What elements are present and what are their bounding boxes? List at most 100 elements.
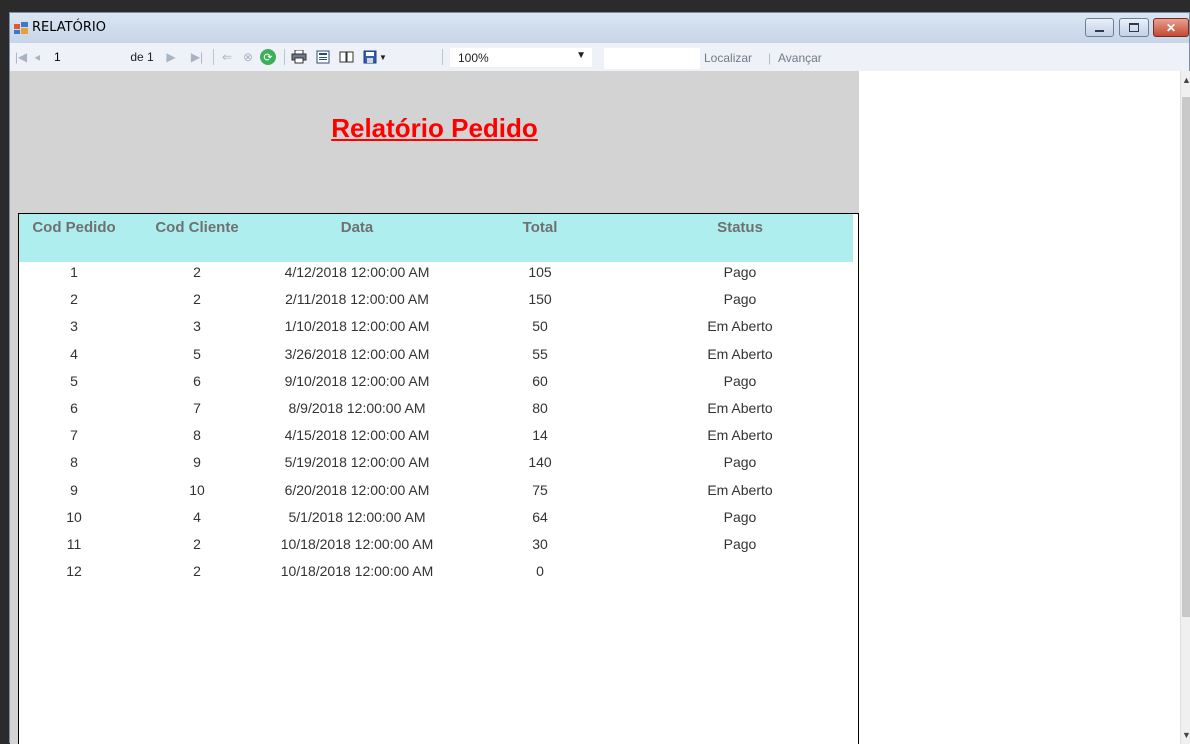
stop-button[interactable]: ⊗ xyxy=(240,49,256,65)
chevron-down-icon: ▼ xyxy=(576,50,586,61)
table-row: 11 2 10/18/2018 12:00:00 AM 30 Pago xyxy=(19,536,853,563)
maximize-icon xyxy=(1129,23,1139,32)
cell-cod-pedido: 1 xyxy=(70,264,78,280)
next-page-button[interactable]: ▶ xyxy=(164,49,178,65)
cell-cod-pedido: 5 xyxy=(70,372,78,389)
page-setup-icon xyxy=(339,51,354,63)
print-button[interactable] xyxy=(290,49,308,65)
cell-total: 140 xyxy=(528,454,552,471)
back-button[interactable]: ⇐ xyxy=(219,49,235,65)
cell-cod-pedido: 3 xyxy=(70,318,78,335)
print-layout-button[interactable] xyxy=(314,49,332,65)
close-icon: ✕ xyxy=(1165,20,1177,35)
cell-data: 3/26/2018 12:00:00 AM xyxy=(284,345,430,362)
export-button[interactable]: ▼ xyxy=(362,49,388,65)
cell-data: 5/1/2018 12:00:00 AM xyxy=(288,508,426,525)
cell-total: 14 xyxy=(532,427,548,444)
cell-total: 105 xyxy=(528,264,552,280)
table-row: 9 10 6/20/2018 12:00:00 AM 75 Em Aberto xyxy=(19,482,853,509)
column-header-status: Status xyxy=(717,219,763,236)
report-window: RELATÓRIO ✕ |◀ ◀ de 1 ▶ ▶| ⇐ ⊗ ⟳ xyxy=(9,12,1190,744)
report-toolbar: |◀ ◀ de 1 ▶ ▶| ⇐ ⊗ ⟳ xyxy=(10,43,1189,71)
cell-status: Em Aberto xyxy=(707,400,773,416)
cell-total: 60 xyxy=(532,372,548,389)
table-row: 1 2 4/12/2018 12:00:00 AM 105 Pago xyxy=(19,264,853,291)
cell-cod-cliente: 2 xyxy=(193,264,201,280)
report-viewport[interactable]: Relatório Pedido Cod Pedido Cod Cliente … xyxy=(10,71,859,744)
cell-cod-cliente: 6 xyxy=(193,372,201,389)
column-header-total: Total xyxy=(522,219,558,236)
cell-status: Pago xyxy=(723,536,757,552)
cell-data: 4/12/2018 12:00:00 AM xyxy=(284,264,430,280)
title-bar[interactable]: RELATÓRIO ✕ xyxy=(10,13,1189,43)
cell-total: 50 xyxy=(532,318,548,335)
page-count-label: de 1 xyxy=(130,50,154,64)
window-title: RELATÓRIO xyxy=(32,20,106,35)
cell-data: 10/18/2018 12:00:00 AM xyxy=(280,563,434,580)
page-setup-button[interactable] xyxy=(338,49,356,65)
cell-cod-cliente: 2 xyxy=(193,563,201,580)
minimize-button[interactable] xyxy=(1085,18,1114,37)
cell-cod-cliente: 7 xyxy=(193,400,201,416)
zoom-select[interactable]: 100% ▼ xyxy=(450,48,592,67)
cell-cod-cliente: 2 xyxy=(193,291,201,308)
find-link[interactable]: Localizar xyxy=(704,51,752,65)
table-row: 12 2 10/18/2018 12:00:00 AM 0 xyxy=(19,563,853,590)
maximize-button[interactable] xyxy=(1119,18,1149,37)
cell-data: 4/15/2018 12:00:00 AM xyxy=(284,427,430,444)
first-page-button[interactable]: |◀ xyxy=(14,49,28,65)
cell-cod-pedido: 6 xyxy=(70,400,78,416)
cell-cod-cliente: 4 xyxy=(193,508,201,525)
find-separator: | xyxy=(768,51,772,65)
find-next-link[interactable]: Avançar xyxy=(778,51,822,65)
cell-cod-cliente: 8 xyxy=(193,427,201,444)
cell-cod-cliente: 10 xyxy=(189,481,205,498)
cell-total: 80 xyxy=(532,400,548,416)
toolbar-separator xyxy=(284,49,285,65)
cell-status: Pago xyxy=(723,264,757,280)
table-row: 6 7 8/9/2018 12:00:00 AM 80 Em Aberto xyxy=(19,400,853,427)
cell-total: 30 xyxy=(532,536,548,552)
save-disk-icon xyxy=(363,50,377,64)
cell-status: Pago xyxy=(723,291,757,308)
cell-cod-pedido: 10 xyxy=(66,508,82,525)
cell-total: 64 xyxy=(532,508,548,525)
cell-cod-cliente: 9 xyxy=(193,454,201,471)
table-row: 4 5 3/26/2018 12:00:00 AM 55 Em Aberto xyxy=(19,346,853,373)
cell-cod-cliente: 2 xyxy=(193,536,201,552)
zoom-value: 100% xyxy=(458,50,489,65)
current-page-input[interactable] xyxy=(40,48,96,66)
cell-cod-pedido: 4 xyxy=(70,345,78,362)
cell-cod-pedido: 7 xyxy=(70,427,78,444)
cell-cod-pedido: 9 xyxy=(70,481,78,498)
report-title: Relatório Pedido xyxy=(331,113,538,143)
cell-data: 6/20/2018 12:00:00 AM xyxy=(284,481,430,498)
scroll-down-icon[interactable]: ▼ xyxy=(1182,730,1190,740)
cell-total: 55 xyxy=(532,345,548,362)
scroll-up-icon[interactable]: ▲ xyxy=(1182,75,1190,85)
print-layout-icon xyxy=(316,50,330,64)
printer-icon xyxy=(291,50,307,64)
cell-cod-pedido: 8 xyxy=(70,454,78,471)
cell-cod-cliente: 3 xyxy=(193,318,201,335)
cell-status: Em Aberto xyxy=(707,481,773,498)
chevron-down-icon: ▼ xyxy=(379,52,387,62)
cell-cod-pedido: 12 xyxy=(66,563,82,580)
last-page-button[interactable]: ▶| xyxy=(188,49,206,65)
vertical-scrollbar[interactable]: ▲ ▼ xyxy=(1180,71,1190,744)
cell-data: 8/9/2018 12:00:00 AM xyxy=(288,400,426,416)
cell-status: Em Aberto xyxy=(707,427,773,444)
column-header-data: Data xyxy=(340,219,374,236)
column-header-cod-cliente: Cod Cliente xyxy=(155,219,239,236)
cell-total: 150 xyxy=(528,291,552,308)
refresh-button[interactable]: ⟳ xyxy=(260,49,276,65)
cell-data: 5/19/2018 12:00:00 AM xyxy=(284,454,430,471)
close-button[interactable]: ✕ xyxy=(1153,18,1189,37)
cell-cod-cliente: 5 xyxy=(193,345,201,362)
scroll-thumb[interactable] xyxy=(1182,97,1190,617)
report-table: Cod Pedido Cod Cliente Data Total Status… xyxy=(18,213,859,744)
cell-status: Em Aberto xyxy=(707,318,773,335)
cell-total: 75 xyxy=(532,481,548,498)
find-text-input[interactable] xyxy=(604,48,700,69)
table-row: 10 4 5/1/2018 12:00:00 AM 64 Pago xyxy=(19,509,853,536)
